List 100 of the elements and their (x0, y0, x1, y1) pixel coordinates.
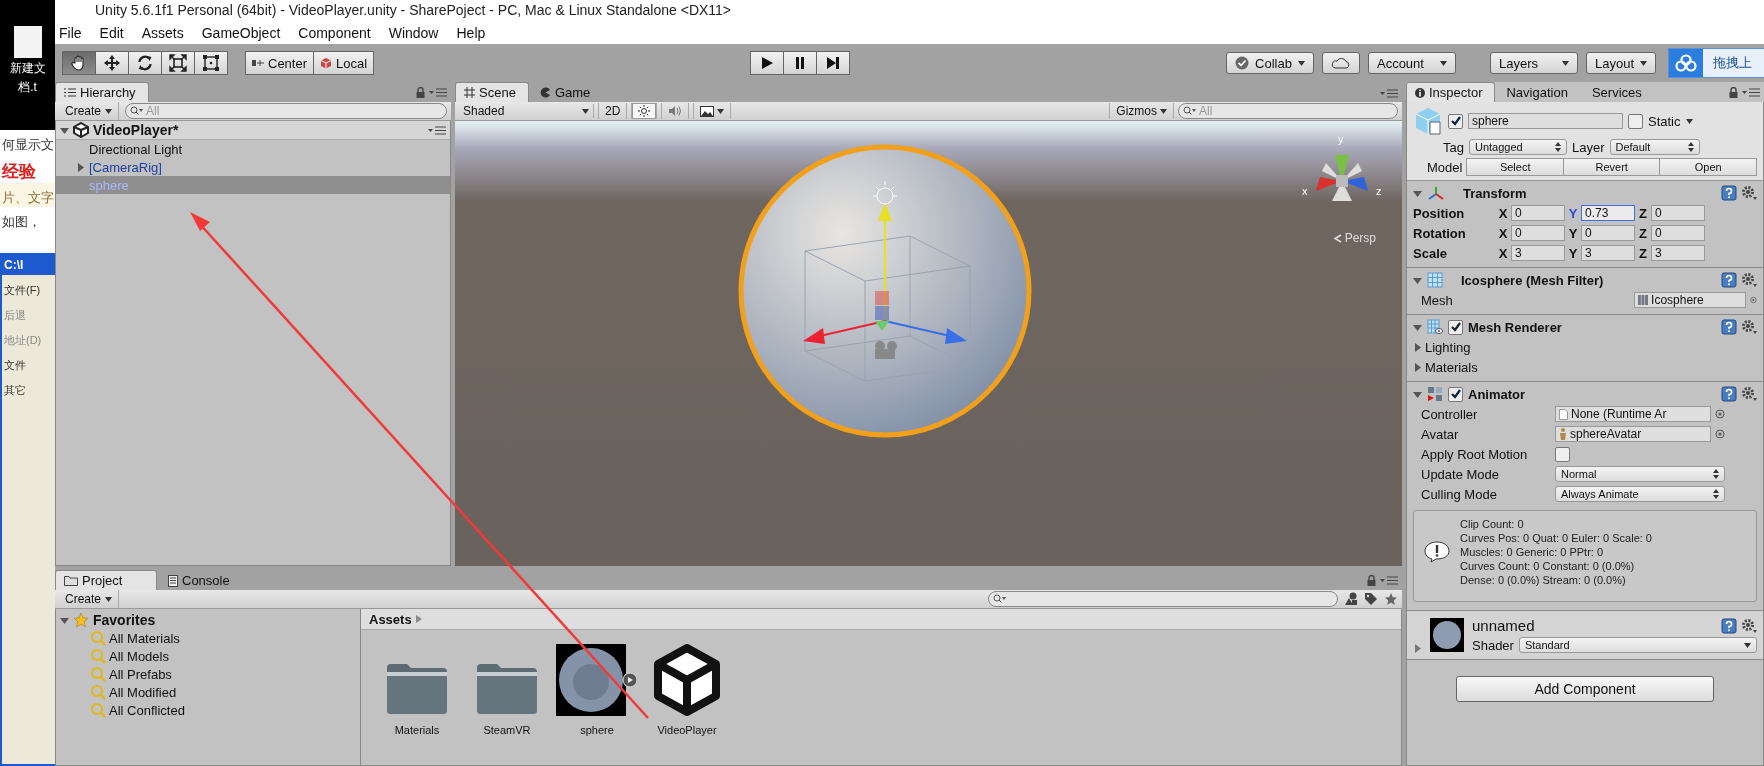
folder-icon[interactable] (475, 662, 539, 716)
collapse-triangle-icon[interactable] (1413, 389, 1422, 399)
property-dropdown[interactable]: Normal (1555, 466, 1725, 482)
object-field[interactable]: sphereAvatar (1555, 426, 1711, 442)
tool-button[interactable] (95, 51, 129, 75)
menu-item[interactable]: Component (298, 25, 371, 41)
help-icon[interactable] (1721, 185, 1737, 201)
object-picker-icon[interactable] (1750, 295, 1757, 305)
panel-menu-icon[interactable] (429, 88, 447, 97)
foldout[interactable]: Lighting (1413, 339, 1471, 355)
tool-button[interactable] (128, 51, 162, 75)
audio-toggle[interactable] (661, 103, 690, 119)
asset-label[interactable]: Materials (394, 724, 440, 736)
tag-icon[interactable] (1364, 592, 1378, 606)
lock-icon[interactable] (416, 87, 425, 98)
projection-label[interactable]: Persp (1344, 231, 1376, 245)
folder-icon[interactable] (385, 662, 449, 716)
static-checkbox[interactable] (1628, 113, 1643, 129)
favorite-item[interactable]: All Modified (60, 683, 356, 701)
settings-icon[interactable] (1741, 272, 1757, 288)
panel-tab[interactable]: Scene (455, 82, 529, 102)
panel-tab[interactable]: Project (55, 570, 157, 590)
expand-triangle-icon[interactable] (76, 162, 85, 172)
hierarchy-item[interactable]: [CameraRig] (56, 158, 450, 176)
shader-dropdown[interactable]: Standard (1518, 637, 1757, 653)
settings-icon[interactable] (1741, 185, 1757, 201)
settings-icon[interactable] (1741, 319, 1757, 335)
property-checkbox[interactable] (1555, 446, 1570, 462)
playback-button[interactable] (782, 51, 817, 75)
asset-label[interactable]: sphere (580, 724, 614, 736)
model-button[interactable]: Revert (1562, 158, 1661, 176)
number-field[interactable]: 3 (1581, 245, 1635, 261)
property-dropdown[interactable]: Always Animate (1555, 486, 1725, 502)
star-icon[interactable] (1384, 592, 1398, 606)
asset-label[interactable]: VideoPlayer (657, 724, 717, 736)
collapse-triangle-icon[interactable] (1413, 188, 1422, 198)
number-field[interactable]: 3 (1511, 245, 1565, 261)
panel-tab[interactable]: Console (159, 570, 261, 590)
playback-button[interactable] (749, 51, 784, 75)
help-icon[interactable] (1721, 617, 1737, 634)
menu-item[interactable]: Window (388, 25, 439, 41)
file-icon[interactable] (13, 26, 42, 58)
tool-button[interactable] (62, 51, 96, 75)
layers-button[interactable]: Layers (1489, 52, 1578, 74)
foldout[interactable]: Materials (1413, 359, 1478, 375)
name-field[interactable]: sphere (1468, 113, 1623, 129)
upload-popup[interactable]: 拖拽上 (1668, 48, 1764, 78)
tool-button[interactable] (194, 51, 228, 75)
panel-tab[interactable]: Inspector (1406, 82, 1496, 102)
panel-tab[interactable]: Navigation (1497, 82, 1581, 102)
enabled-checkbox[interactable] (1448, 319, 1463, 335)
help-icon[interactable] (1721, 319, 1737, 335)
panel-menu-icon[interactable] (428, 126, 446, 135)
scene-viewport[interactable]: y x z Persp (455, 121, 1402, 566)
asset-label[interactable]: SteamVR (483, 724, 531, 736)
number-field[interactable]: 0 (1511, 225, 1565, 241)
panel-tab[interactable]: Game (530, 82, 604, 102)
menu-item[interactable]: Edit (99, 25, 124, 41)
unity-logo-icon[interactable] (652, 644, 722, 716)
object-field[interactable]: None (Runtime Ar (1555, 406, 1711, 422)
menu-item[interactable]: Assets (141, 25, 184, 41)
favorite-item[interactable]: All Prefabs (60, 665, 356, 683)
layout-button[interactable]: Layout (1585, 52, 1656, 74)
favorite-item[interactable]: All Models (60, 647, 356, 665)
help-icon[interactable] (1721, 272, 1737, 288)
number-field[interactable]: 0 (1651, 225, 1705, 241)
hierarchy-item[interactable]: Directional Light (56, 140, 450, 158)
settings-icon[interactable] (1741, 617, 1757, 634)
mode-2d-button[interactable]: 2D (598, 103, 628, 119)
collapse-triangle-icon[interactable] (1413, 322, 1422, 332)
number-field[interactable]: 3 (1651, 245, 1705, 261)
lighting-toggle[interactable] (631, 103, 658, 119)
lock-icon[interactable] (1729, 87, 1738, 98)
model-button[interactable]: Open (1659, 158, 1757, 176)
menu-item[interactable]: File (59, 25, 82, 41)
object-field[interactable]: Icosphere (1634, 292, 1747, 308)
sphere-thumbnail-icon[interactable] (556, 644, 638, 716)
filter-type-icon[interactable] (1344, 592, 1358, 606)
account-button[interactable]: Account (1367, 52, 1456, 74)
favorite-item[interactable]: All Conflicted (60, 701, 356, 719)
gizmos-dropdown[interactable]: Gizmos (1109, 103, 1174, 119)
number-field[interactable]: 0 (1651, 205, 1705, 221)
effects-dropdown[interactable] (693, 103, 732, 119)
collapse-triangle-icon[interactable] (1413, 275, 1422, 285)
menu-item[interactable]: GameObject (201, 25, 281, 41)
collapse-triangle-icon[interactable] (60, 615, 69, 625)
add-component-button[interactable]: Add Component (1456, 676, 1714, 702)
layer-dropdown[interactable]: Default (1609, 139, 1700, 155)
help-icon[interactable] (1721, 386, 1737, 402)
collab-button[interactable]: Collab (1226, 52, 1314, 74)
favorite-item[interactable]: All Materials (60, 629, 356, 647)
expand-triangle-icon[interactable] (1413, 644, 1422, 653)
model-button[interactable]: Select (1466, 158, 1564, 176)
panel-menu-icon[interactable] (1380, 89, 1398, 98)
breadcrumb[interactable]: Assets (369, 611, 412, 627)
panel-menu-icon[interactable] (1742, 88, 1760, 97)
pivot-button[interactable]: Center (245, 51, 315, 75)
panel-menu-icon[interactable] (1380, 576, 1398, 585)
collapse-triangle-icon[interactable] (60, 125, 69, 135)
menu-item[interactable]: 文件(F) (2, 281, 55, 300)
